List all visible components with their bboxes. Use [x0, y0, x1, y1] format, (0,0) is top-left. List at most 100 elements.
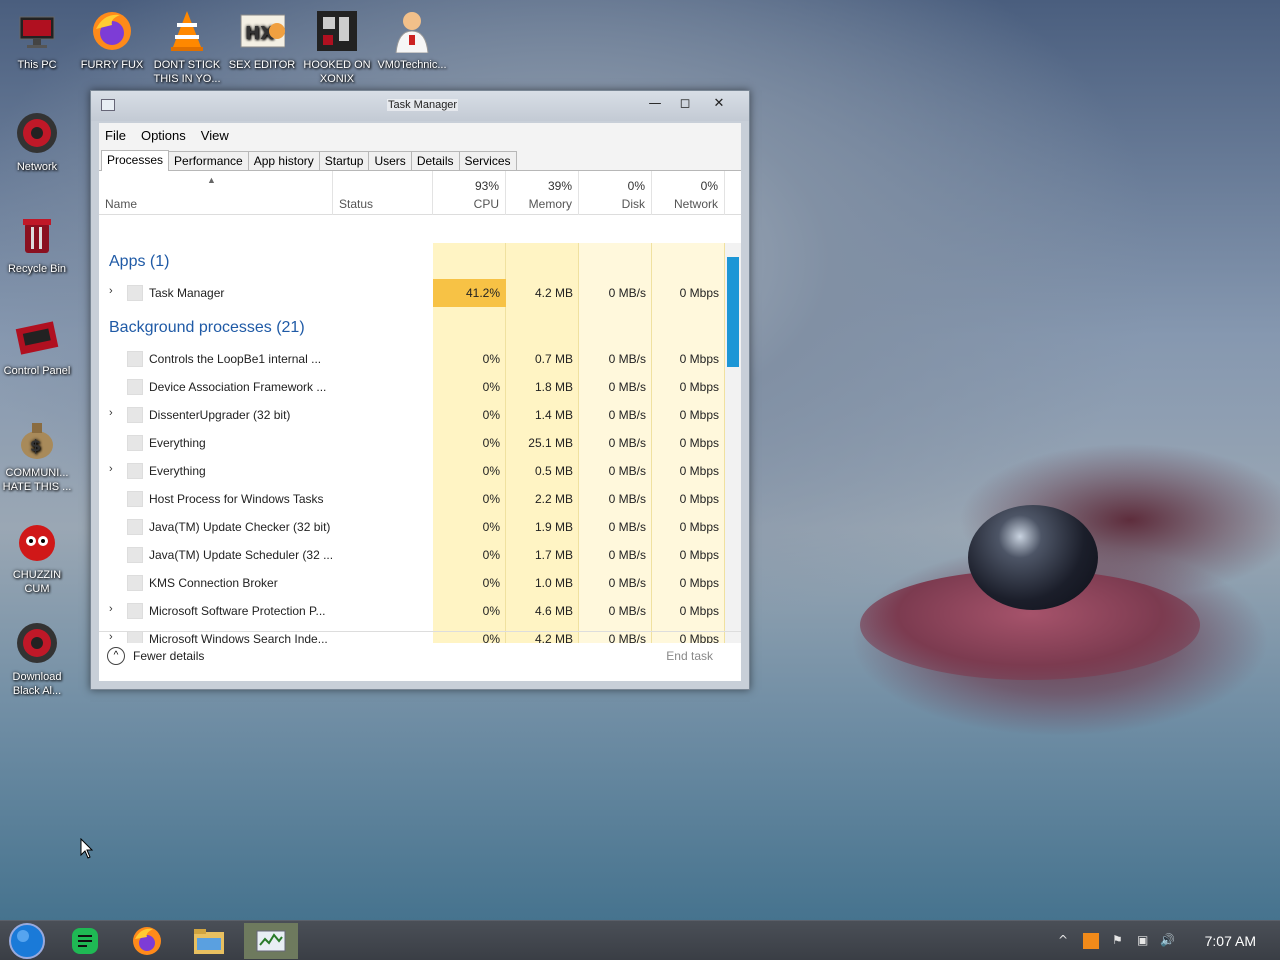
maximize-button[interactable]: ◻ [673, 95, 697, 113]
desktop-icon-label: VM0Technic... [377, 59, 447, 71]
desktop-icon-hooked-on-xonix[interactable]: HOOKED ON XONIX [300, 8, 374, 86]
process-network: 0 Mbps [679, 436, 719, 450]
desktop-icon-network[interactable]: Network [0, 110, 74, 174]
tab-services[interactable]: Services [458, 151, 517, 170]
process-row[interactable]: Everything 0% 25.1 MB 0 MB/s 0 Mbps [99, 429, 725, 457]
recycle-bin-icon [14, 212, 60, 258]
process-name: Controls the LoopBe1 internal ... [149, 352, 322, 366]
process-name: Java(TM) Update Checker (32 bit) [149, 520, 331, 534]
process-memory: 25.1 MB [528, 436, 573, 450]
process-disk: 0 MB/s [608, 380, 646, 394]
desktop-icon-download-black[interactable]: Download Black Al... [0, 620, 74, 698]
process-cpu: 0% [482, 576, 500, 590]
chuzzle-icon [14, 518, 60, 564]
tab-app-history[interactable]: App history [247, 151, 320, 170]
process-network: 0 Mbps [679, 604, 719, 618]
desktop-icon-chuzzin[interactable]: CHUZZIN CUM [0, 518, 74, 596]
process-cpu: 0% [482, 492, 500, 506]
network-tray-icon[interactable]: ▣ [1137, 933, 1148, 947]
desktop-icon-control-panel[interactable]: Control Panel [0, 314, 74, 378]
process-disk: 0 MB/s [608, 408, 646, 422]
process-memory: 4.2 MB [534, 286, 573, 300]
process-network: 0 Mbps [679, 408, 719, 422]
chevron-up-icon[interactable]: ^ [107, 647, 125, 665]
desktop-icon-recycle-bin[interactable]: Recycle Bin [0, 212, 74, 276]
expand-chevron-icon[interactable]: › [109, 603, 113, 615]
process-row[interactable]: › Everything 0% 0.5 MB 0 MB/s 0 Mbps [99, 457, 725, 485]
tab-performance[interactable]: Performance [168, 151, 249, 170]
menu-options[interactable]: Options [141, 128, 186, 143]
desktop-icon-this-pc[interactable]: This PC [0, 8, 74, 72]
process-icon [127, 435, 143, 451]
process-cpu: 41.2% [465, 286, 500, 300]
taskbar-notes-app[interactable] [58, 923, 112, 959]
process-disk: 0 MB/s [608, 520, 646, 534]
show-hidden-icons-chevron-icon[interactable]: ^ [1058, 933, 1068, 947]
tab-processes[interactable]: Processes [101, 150, 170, 171]
tab-users[interactable]: Users [368, 151, 412, 170]
menu-file[interactable]: File [105, 128, 126, 143]
task-manager-icon [256, 930, 286, 952]
desktop-icon-furry-fux[interactable]: FURRY FUX [75, 8, 149, 72]
tab-strip: Processes Performance App history Startu… [99, 147, 741, 171]
process-row[interactable]: Device Association Framework ... 0% 1.8 MB… [99, 373, 725, 401]
expand-chevron-icon[interactable]: › [109, 285, 113, 297]
svg-text:$: $ [30, 436, 41, 455]
start-button[interactable] [0, 923, 54, 959]
process-icon [127, 285, 143, 301]
tray-app-icon[interactable] [1083, 933, 1099, 949]
column-header-status[interactable]: Status [333, 171, 433, 215]
desktop-icon-dont-stick[interactable]: DONT STICK THIS IN YO... [150, 8, 224, 86]
xonix-game-icon [314, 8, 360, 54]
process-network: 0 Mbps [679, 380, 719, 394]
process-row[interactable]: › DissenterUpgrader (32 bit) 0% 1.4 MB 0 MB/… [99, 401, 725, 429]
volume-icon[interactable]: 🔊 [1160, 933, 1175, 947]
close-button[interactable]: ✕ [707, 95, 731, 113]
action-center-flag-icon[interactable]: ⚑ [1112, 933, 1123, 947]
expand-chevron-icon[interactable]: › [109, 407, 113, 419]
process-row[interactable]: › Task Manager 41.2% 4.2 MB 0 MB/s 0 Mbp… [99, 279, 725, 307]
process-cpu: 0% [482, 352, 500, 366]
tab-startup[interactable]: Startup [318, 151, 370, 170]
title-bar[interactable]: Task Manager — ◻ ✕ [91, 91, 749, 121]
tab-details[interactable]: Details [410, 151, 460, 170]
column-header-name[interactable]: ▲ Name [99, 171, 333, 215]
desktop-icon-label: Download Black Al... [12, 671, 62, 697]
desktop-icon-label: Network [16, 161, 58, 173]
process-row[interactable]: KMS Connection Broker 0% 1.0 MB 0 MB/s 0 Mbp… [99, 569, 725, 597]
minimize-button[interactable]: — [643, 95, 667, 113]
firefox-icon [133, 927, 161, 955]
process-network: 0 Mbps [679, 576, 719, 590]
process-icon [127, 351, 143, 367]
column-header-network[interactable]: 0% Network [652, 171, 725, 215]
process-row[interactable]: Controls the LoopBe1 internal ... 0% 0.7 M… [99, 345, 725, 373]
end-task-button[interactable]: End task [666, 649, 713, 663]
vertical-scrollbar[interactable] [725, 243, 741, 643]
process-cpu: 0% [482, 520, 500, 534]
process-row[interactable]: Host Process for Windows Tasks 0% 2.2 MB 0 … [99, 485, 725, 513]
task-manager-app-icon [101, 99, 115, 111]
taskbar-file-explorer[interactable] [182, 923, 236, 959]
column-header-disk[interactable]: 0% Disk [579, 171, 652, 215]
fewer-details-link[interactable]: Fewer details [133, 649, 204, 663]
process-row[interactable]: › Microsoft Software Protection P... 0% 4.6… [99, 597, 725, 625]
task-manager-window: Task Manager — ◻ ✕ File Options View Pro… [90, 90, 750, 690]
taskbar-firefox[interactable] [120, 923, 174, 959]
process-row[interactable]: Java(TM) Update Checker (32 bit) 0% 1.9 MB… [99, 513, 725, 541]
desktop-icon-sex-editor[interactable]: HX SEX EDITOR [225, 8, 299, 72]
column-header-memory[interactable]: 39% Memory [506, 171, 579, 215]
scrollbar-thumb[interactable] [727, 257, 739, 367]
desktop-icon-vm0technic[interactable]: VM0Technic... [375, 8, 449, 72]
menu-view[interactable]: View [201, 128, 229, 143]
process-row[interactable]: Java(TM) Update Scheduler (32 ... 0% 1.7 M… [99, 541, 725, 569]
task-manager-body: File Options View Processes Performance … [99, 123, 741, 681]
taskbar-task-manager[interactable] [244, 923, 298, 959]
taskbar-clock[interactable]: 7:07 AM [1205, 933, 1256, 949]
column-header-cpu[interactable]: 93% CPU [433, 171, 506, 215]
wallpaper-droplet [968, 505, 1098, 610]
desktop-icon-communi[interactable]: $ COMMUNI... HATE THIS ... [0, 416, 74, 494]
expand-chevron-icon[interactable]: › [109, 463, 113, 475]
process-icon [127, 407, 143, 423]
process-disk: 0 MB/s [608, 464, 646, 478]
process-disk: 0 MB/s [608, 492, 646, 506]
